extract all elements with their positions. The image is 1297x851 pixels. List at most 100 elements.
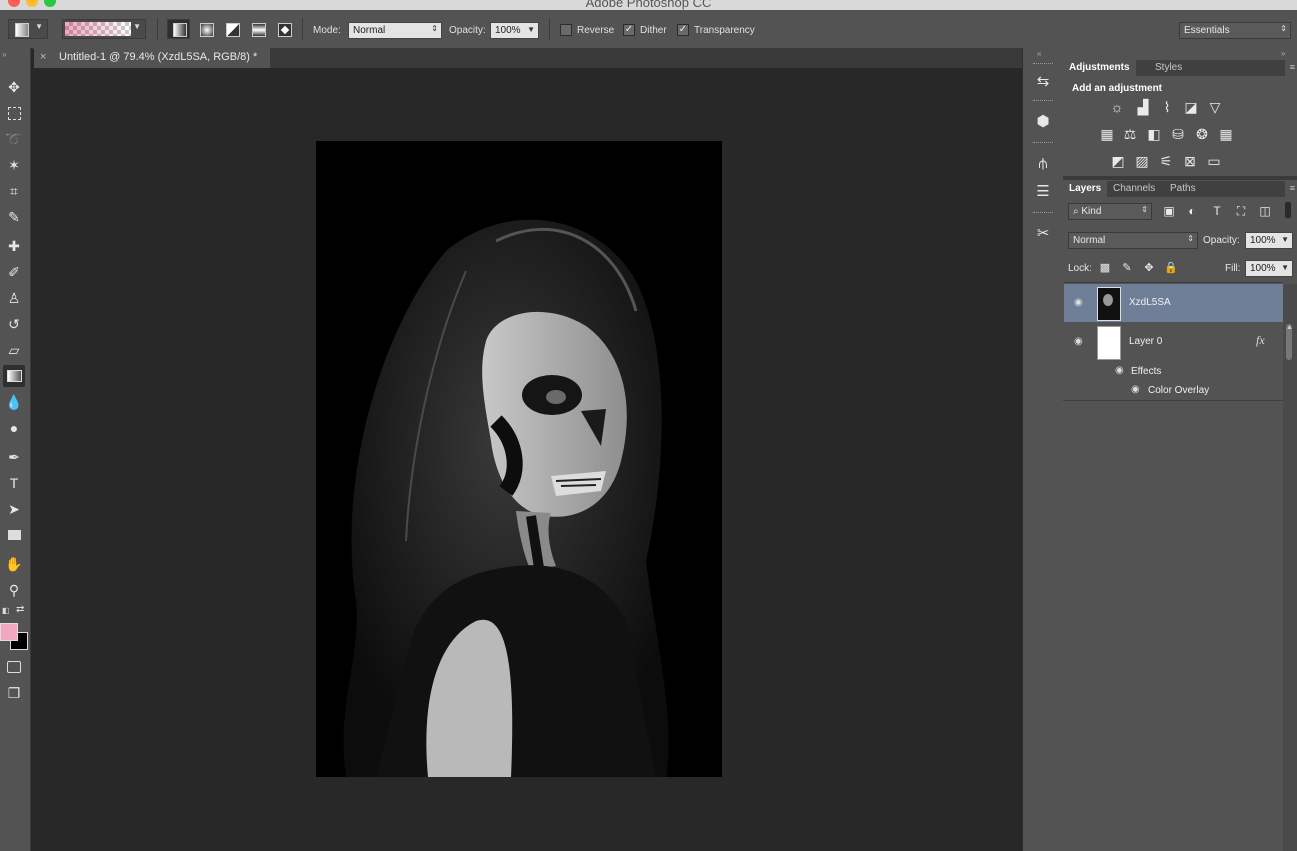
transparency-checkbox[interactable]: ✓ [677,24,689,36]
vibrance-icon[interactable]: ▽ [1206,99,1224,115]
blur-tool-icon[interactable]: 💧 [3,391,25,413]
curves-icon[interactable]: ⌇ [1158,99,1176,115]
move-tool-icon[interactable]: ✥ [3,76,25,98]
exposure-icon[interactable]: ◪ [1182,99,1200,115]
gradient-map-icon[interactable]: ▭ [1205,153,1223,169]
layer-opacity-input[interactable]: 100% ▼ [1245,232,1293,249]
3d-panel-icon[interactable]: ⬢ [1031,110,1055,134]
black-white-icon[interactable]: ◧ [1145,126,1163,142]
reflected-gradient-button[interactable] [246,19,269,39]
eye-icon[interactable]: ◉ [1131,384,1140,395]
history-brush-tool-icon[interactable]: ↺ [3,313,25,335]
eye-icon[interactable]: ◉ [1074,297,1083,308]
effect-row[interactable]: ◉ Color Overlay [1064,380,1283,399]
angle-gradient-button[interactable] [220,19,243,39]
document-tab[interactable]: × Untitled-1 @ 79.4% (XzdL5SA, RGB/8) * [34,48,270,68]
dock-grip[interactable] [1033,142,1053,145]
document-canvas-image[interactable] [316,141,722,777]
rectangle-tool-icon[interactable] [3,524,25,546]
linear-gradient-button[interactable] [167,19,190,39]
swap-colors-icon[interactable]: ⇄ [16,604,24,615]
workspace-select[interactable]: Essentials ⇕ [1179,22,1291,39]
path-selection-tool-icon[interactable]: ➤ [3,498,25,520]
hue-saturation-icon[interactable]: ▦ [1098,126,1116,142]
clone-stamp-tool-icon[interactable]: ♙ [3,287,25,309]
layer-name[interactable]: Layer 0 [1129,336,1162,347]
foreground-color-swatch[interactable] [0,623,18,641]
fill-input[interactable]: 100% ▼ [1245,260,1293,277]
tab-adjustments[interactable]: Adjustments [1063,60,1136,76]
filter-shape-icon[interactable]: ⛶ [1232,203,1250,219]
crop-tool-icon[interactable]: ⌗ [3,180,25,202]
type-tool-icon[interactable]: T [3,472,25,494]
lock-image-icon[interactable]: ✎ [1118,260,1136,276]
selective-color-icon[interactable]: ⊠ [1181,153,1199,169]
eye-icon[interactable]: ◉ [1074,336,1083,347]
blend-mode-select[interactable]: Normal ⇕ [1068,232,1198,249]
panel-menu-icon[interactable]: ≡ [1290,183,1295,193]
threshold-icon[interactable]: ⚟ [1157,153,1175,169]
quick-mask-icon[interactable] [3,656,25,678]
layer-row[interactable]: ◉ Layer 0 fx [1064,323,1283,361]
tool-preset-picker[interactable]: ▼ [8,19,48,39]
photo-filter-icon[interactable]: ⛁ [1169,126,1187,142]
tools-options-icon[interactable]: ✂ [1031,222,1055,246]
layer-row[interactable]: ◉ XzdL5SA [1064,284,1283,322]
dodge-tool-icon[interactable]: ● [3,417,25,439]
magic-wand-tool-icon[interactable]: ✶ [3,154,25,176]
filter-toggle[interactable] [1285,202,1291,218]
collapse-icon[interactable]: » [2,50,6,59]
screen-mode-icon[interactable]: ❐ [3,682,25,704]
lock-all-icon[interactable]: 🔒 [1162,260,1180,276]
opacity-input[interactable]: 100% ▼ [490,22,539,39]
marquee-tool-icon[interactable] [3,102,25,124]
color-lookup-icon[interactable]: ▦ [1217,126,1235,142]
eye-icon[interactable]: ◉ [1115,365,1124,376]
gradient-editor-button[interactable]: ▼ [62,19,146,39]
brush-tool-icon[interactable]: ✐ [3,261,25,283]
default-colors-icon[interactable]: ◧ [2,606,10,615]
collapse-icon[interactable]: « [1037,49,1041,58]
layer-filter-select[interactable]: ⌕ Kind ⇕ [1068,203,1152,220]
tab-paths[interactable]: Paths [1164,181,1202,197]
zoom-tool-icon[interactable]: ⚲ [3,579,25,601]
tab-channels[interactable]: Channels [1107,181,1162,197]
dither-checkbox[interactable]: ✓ [623,24,635,36]
history-panel-icon[interactable]: ⇆ [1031,70,1055,94]
dock-grip[interactable] [1033,100,1053,103]
gradient-tool-icon[interactable] [3,365,25,387]
filter-type-icon[interactable]: T [1208,203,1226,219]
pen-tool-icon[interactable]: ✒ [3,446,25,468]
panel-menu-icon[interactable]: ≡ [1290,62,1295,72]
brushes-panel-icon[interactable]: ⫛ [1031,152,1055,176]
scroll-up-icon[interactable]: ▲ [1286,324,1293,331]
filter-pixel-icon[interactable]: ▣ [1160,203,1178,219]
diamond-gradient-button[interactable] [272,19,295,39]
expand-icon[interactable]: » [1281,49,1285,58]
brightness-contrast-icon[interactable]: ☼ [1108,99,1126,115]
lasso-tool-icon[interactable]: ➰ [3,128,25,150]
filter-adjustment-icon[interactable]: ◐ [1183,203,1201,219]
eyedropper-tool-icon[interactable]: ✎ [3,206,25,228]
properties-panel-icon[interactable]: ☰ [1031,180,1055,204]
close-tab-icon[interactable]: × [40,51,46,63]
invert-icon[interactable]: ◩ [1109,153,1127,169]
reverse-checkbox[interactable] [560,24,572,36]
layers-scrollbar[interactable]: ▲ [1283,284,1297,851]
fx-icon[interactable]: fx [1256,333,1265,348]
channel-mixer-icon[interactable]: ❂ [1193,126,1211,142]
healing-brush-tool-icon[interactable]: ✚ [3,235,25,257]
posterize-icon[interactable]: ▨ [1133,153,1151,169]
eraser-tool-icon[interactable]: ▱ [3,339,25,361]
tab-layers[interactable]: Layers [1063,181,1108,197]
lock-position-icon[interactable]: ✥ [1140,260,1158,276]
levels-icon[interactable]: ▟ [1134,99,1152,115]
effects-row[interactable]: ◉ Effects [1064,361,1283,380]
color-balance-icon[interactable]: ⚖ [1121,126,1139,142]
filter-smart-object-icon[interactable]: ◫ [1256,203,1274,219]
lock-transparent-icon[interactable]: ▩ [1096,260,1114,276]
hand-tool-icon[interactable]: ✋ [3,553,25,575]
layer-name[interactable]: XzdL5SA [1129,297,1171,308]
radial-gradient-button[interactable] [194,19,217,39]
dock-grip[interactable] [1033,63,1053,66]
